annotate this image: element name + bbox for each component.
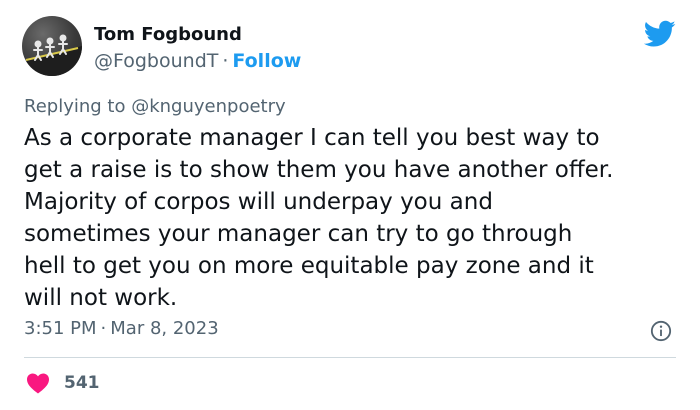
tweet-text: As a corporate manager I can tell you be… — [24, 125, 614, 311]
avatar-image — [22, 34, 82, 76]
info-icon[interactable] — [650, 320, 672, 342]
replying-to-label: Replying to — [24, 96, 126, 117]
reply-mention-link[interactable]: @knguyenpoetry — [131, 96, 285, 117]
author-handle[interactable]: @FogboundT — [94, 50, 218, 72]
meta-separator: · — [100, 318, 107, 339]
replying-to: Replying to @knguyenpoetry — [24, 96, 286, 117]
like-count: 541 — [64, 373, 100, 393]
handle-separator: · — [222, 50, 229, 72]
twitter-bird-icon[interactable] — [644, 20, 676, 48]
heart-icon — [27, 373, 49, 394]
tweet-time: 3:51 PM — [24, 318, 97, 339]
tweet-date: Mar 8, 2023 — [110, 318, 219, 339]
author-handle-row: @FogboundT · Follow — [94, 50, 301, 72]
avatar[interactable] — [22, 16, 82, 76]
follow-button[interactable]: Follow — [232, 50, 301, 72]
tweet-card: Tom Fogbound @FogboundT · Follow Replying … — [0, 0, 700, 410]
divider — [24, 357, 676, 358]
like-button[interactable]: 541 — [26, 370, 100, 396]
tweet-timestamp[interactable]: 3:51 PM · Mar 8, 2023 — [24, 318, 219, 339]
author-name[interactable]: Tom Fogbound — [94, 24, 242, 45]
